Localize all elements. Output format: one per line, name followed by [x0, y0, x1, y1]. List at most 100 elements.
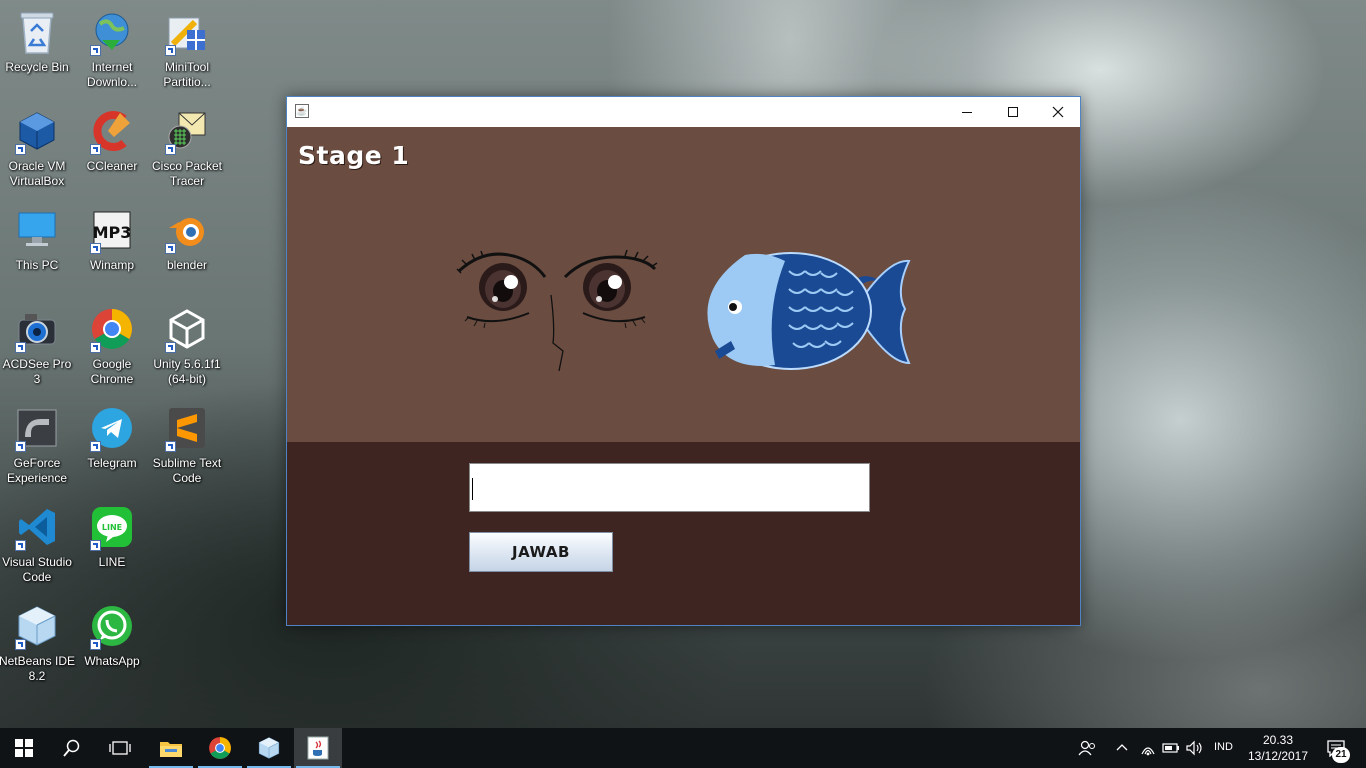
telegram-icon: [88, 404, 136, 452]
chevron-up-icon[interactable]: [1115, 742, 1129, 752]
desktop-icon-label: Unity 5.6.1f1 (64-bit): [153, 357, 221, 386]
search-icon: [63, 739, 80, 757]
shortcut-arrow-icon: [165, 243, 176, 254]
shortcut-arrow-icon: [90, 441, 101, 452]
desktop-icon-ccleaner[interactable]: CCleaner: [75, 101, 149, 195]
volume-icon[interactable]: [1185, 740, 1203, 756]
desktop-icon-unity[interactable]: Unity 5.6.1f1 (64-bit): [150, 299, 224, 393]
taskbar-file-explorer[interactable]: [147, 728, 195, 768]
maximize-button[interactable]: [990, 97, 1036, 127]
desktop-icon-label: Cisco Packet Tracer: [151, 159, 223, 188]
shortcut-arrow-icon: [165, 441, 176, 452]
shortcut-arrow-icon: [15, 540, 26, 551]
desktop-icon-telegram[interactable]: Telegram: [75, 398, 149, 492]
desktop-icon-label: This PC: [15, 258, 59, 272]
shortcut-arrow-icon: [90, 45, 101, 56]
desktop-icon-netbeans-ide[interactable]: NetBeans IDE 8.2: [0, 596, 75, 690]
shortcut-arrow-icon: [90, 540, 101, 551]
window-titlebar[interactable]: ☕: [287, 97, 1080, 127]
minimize-icon: [962, 112, 972, 113]
clock-date[interactable]: 13/12/2017: [1246, 749, 1310, 763]
taskbar-java-app[interactable]: [294, 728, 342, 768]
action-center-button[interactable]: 21: [1318, 728, 1366, 768]
blue-fish-image: [707, 252, 911, 370]
recycle-bin-icon: [13, 8, 61, 56]
desktop-icon-label: Visual Studio Code: [2, 555, 72, 584]
vscode-icon: [13, 503, 61, 551]
packet-tracer-icon: [163, 107, 211, 155]
shortcut-arrow-icon: [15, 144, 26, 155]
shortcut-arrow-icon: [15, 441, 26, 452]
start-button[interactable]: [0, 728, 48, 768]
desktop-icon-label: WhatsApp: [84, 654, 140, 668]
windows-logo-icon: [15, 739, 33, 757]
virtualbox-icon: [13, 107, 61, 155]
desktop-icon-line[interactable]: LINE LINE: [75, 497, 149, 591]
shortcut-arrow-icon: [165, 144, 176, 155]
desktop-icon-blender[interactable]: blender: [150, 200, 224, 294]
desktop-icon-sublime-text[interactable]: Sublime Text Code: [150, 398, 224, 492]
taskbar: IND 20.33 13/12/2017 21: [0, 728, 1366, 768]
battery-icon[interactable]: [1162, 742, 1180, 754]
chrome-icon: [88, 305, 136, 353]
desktop-icon-label: CCleaner: [86, 159, 138, 173]
desktop-icon-winamp[interactable]: MP3 Winamp: [75, 200, 149, 294]
svg-text:LINE: LINE: [102, 523, 122, 532]
desktop-icon-label: Oracle VM VirtualBox: [8, 159, 66, 188]
folder-icon: [160, 742, 182, 757]
chrome-icon: [209, 737, 231, 759]
answer-panel: JAWAB: [287, 442, 1080, 625]
desktop-icon-visual-studio-code[interactable]: Visual Studio Code: [0, 497, 74, 591]
desktop-icon-label: LINE: [98, 555, 126, 569]
stage-title: Stage 1: [298, 141, 410, 170]
shortcut-arrow-icon: [15, 639, 26, 650]
shortcut-arrow-icon: [90, 144, 101, 155]
blender-icon: [163, 206, 211, 254]
desktop-icon-label: ACDSee Pro 3: [2, 357, 72, 386]
minimize-button[interactable]: [944, 97, 990, 127]
taskbar-google-chrome[interactable]: [196, 728, 244, 768]
clock-time[interactable]: 20.33: [1246, 733, 1310, 747]
shortcut-arrow-icon: [90, 342, 101, 353]
text-caret: [472, 478, 473, 500]
desktop-icon-label: Sublime Text Code: [152, 456, 222, 485]
desktop-icon-label: GeForce Experience: [6, 456, 68, 485]
desktop-icon-internet-download-manager[interactable]: Internet Downlo...: [75, 2, 149, 96]
maximize-icon: [1008, 107, 1018, 117]
desktop-icon-cisco-packet-tracer[interactable]: Cisco Packet Tracer: [150, 101, 224, 195]
java-cup-icon: [307, 736, 329, 760]
desktop-icon-label: Google Chrome: [90, 357, 134, 386]
desktop-icon-minitool-partition[interactable]: MiniTool Partitio...: [150, 2, 224, 96]
desktop-icon-label: Recycle Bin: [5, 60, 69, 74]
jawab-button[interactable]: JAWAB: [469, 532, 613, 572]
desktop-icon-whatsapp[interactable]: WhatsApp: [75, 596, 149, 690]
svg-text:MP3: MP3: [93, 223, 132, 242]
task-view-icon: [109, 741, 131, 755]
shortcut-arrow-icon: [90, 639, 101, 650]
desktop-icon-acdsee-pro[interactable]: ACDSee Pro 3: [0, 299, 74, 393]
unity-icon: [163, 305, 211, 353]
question-panel: Stage 1: [287, 127, 1080, 442]
anime-eyes-image: [456, 249, 658, 372]
task-view-button[interactable]: [96, 728, 144, 768]
ccleaner-icon: [88, 107, 136, 155]
people-icon[interactable]: [1078, 740, 1096, 756]
sublime-text-icon: [163, 404, 211, 452]
desktop-icon-label: Telegram: [87, 456, 137, 470]
shortcut-arrow-icon: [90, 243, 101, 254]
desktop-icon-label: blender: [166, 258, 208, 272]
desktop-icon-recycle-bin[interactable]: Recycle Bin: [0, 2, 74, 96]
game-content: Stage 1 JAWAB: [287, 127, 1080, 625]
desktop-icon-label: Winamp: [89, 258, 134, 272]
language-indicator[interactable]: IND: [1214, 741, 1233, 753]
desktop-icon-oracle-vm-virtualbox[interactable]: Oracle VM VirtualBox: [0, 101, 74, 195]
wifi-icon[interactable]: [1140, 740, 1156, 756]
close-button[interactable]: [1035, 97, 1081, 127]
search-button[interactable]: [48, 728, 96, 768]
desktop-icon-geforce-experience[interactable]: GeForce Experience: [0, 398, 74, 492]
desktop-icon-google-chrome[interactable]: Google Chrome: [75, 299, 149, 393]
taskbar-netbeans[interactable]: [245, 728, 293, 768]
desktop-icon-this-pc[interactable]: This PC: [0, 200, 74, 294]
answer-input[interactable]: [469, 463, 870, 512]
notification-count-badge: 21: [1332, 747, 1350, 763]
